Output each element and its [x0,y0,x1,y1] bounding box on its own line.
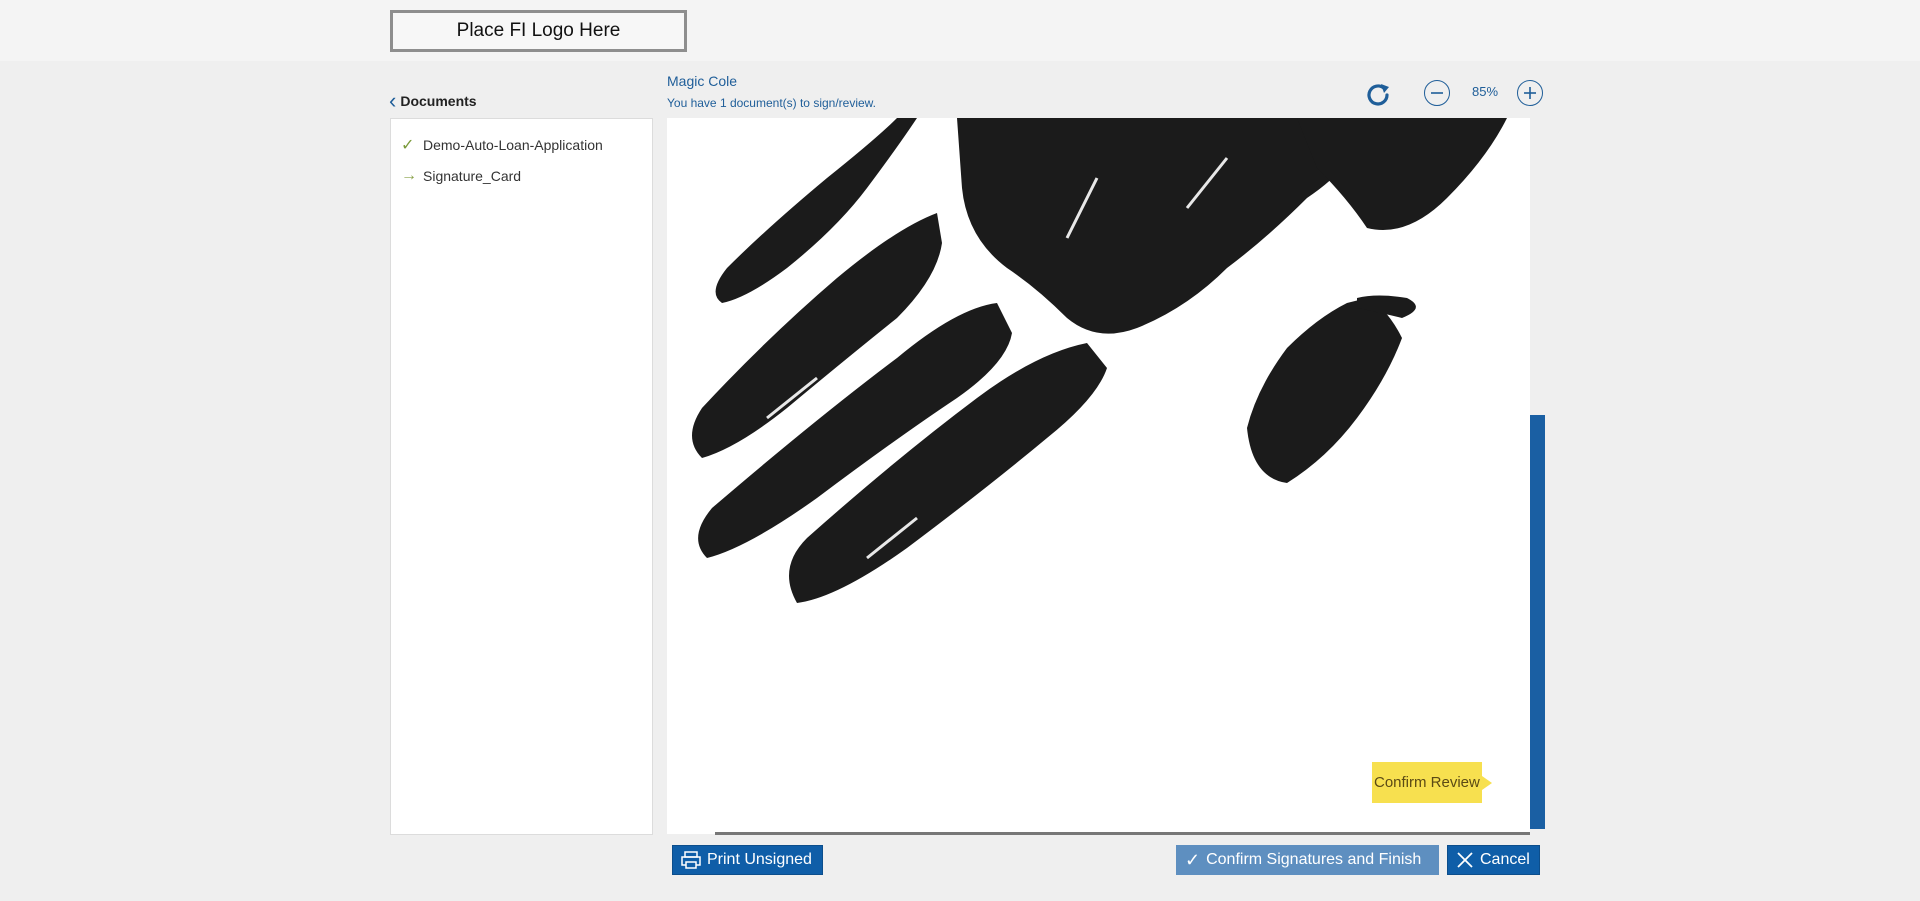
zoom-level: 85% [1471,84,1499,99]
cancel-label: Cancel [1480,851,1530,868]
document-viewer[interactable]: Confirm Review [667,118,1530,834]
signer-name: Magic Cole [667,73,738,89]
documents-title: Documents [400,93,477,109]
cancel-button[interactable]: Cancel [1447,845,1540,875]
viewer-scrollbar[interactable] [1530,415,1545,829]
plus-icon [1524,87,1536,99]
document-item-signature-card[interactable]: → Signature_Card [401,167,521,185]
finish-label: Confirm Signatures and Finish [1206,851,1422,868]
chevron-left-icon: ‹ [389,88,397,113]
zoom-out-button[interactable] [1424,80,1450,106]
viewer-divider [715,832,1530,835]
document-item-label: Signature_Card [423,168,522,184]
document-item-label: Demo-Auto-Loan-Application [423,137,603,153]
confirm-review-tag[interactable]: Confirm Review [1372,762,1492,803]
printer-icon [681,851,701,869]
arrow-right-icon: → [401,167,417,184]
documents-remaining-message: You have 1 document(s) to sign/review. [667,96,877,110]
close-icon [1456,851,1474,869]
handprint-image [692,118,1507,603]
rotate-icon[interactable] [1362,79,1394,111]
print-unsigned-button[interactable]: Print Unsigned [672,845,823,875]
minus-icon [1431,92,1443,94]
document-item-demo-auto-loan[interactable]: ✓ Demo-Auto-Loan-Application [401,135,603,155]
top-bar: Place FI Logo Here [0,0,1920,61]
check-icon: ✓ [1185,849,1201,870]
check-icon: ✓ [401,137,415,154]
print-unsigned-label: Print Unsigned [707,851,812,868]
confirm-signatures-finish-button[interactable]: ✓ Confirm Signatures and Finish [1176,845,1439,875]
document-list: ✓ Demo-Auto-Loan-Application → Signature… [390,118,653,835]
documents-back-link[interactable]: ‹ Documents [389,90,477,112]
logo-placeholder: Place FI Logo Here [390,10,687,52]
zoom-in-button[interactable] [1517,80,1543,106]
confirm-review-label: Confirm Review [1374,774,1480,791]
